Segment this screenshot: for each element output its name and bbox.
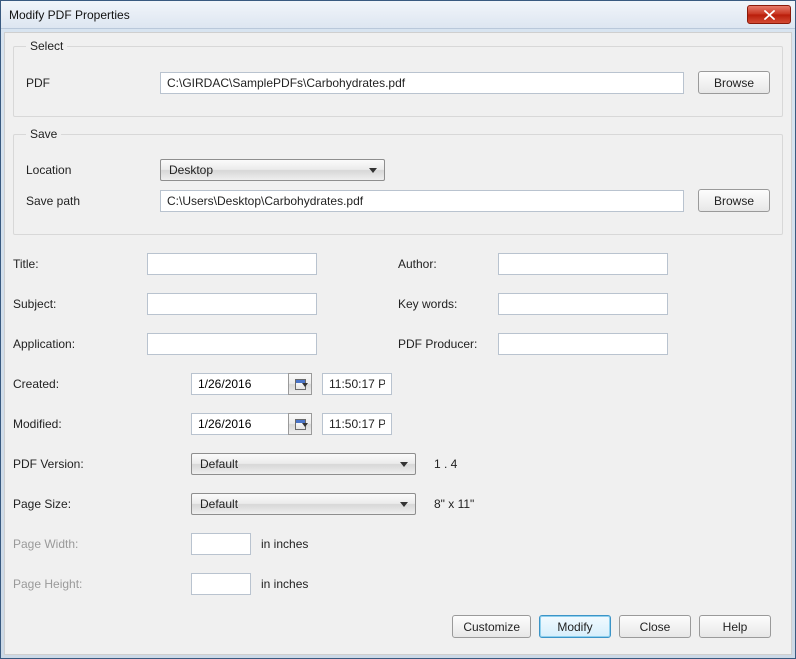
subject-label: Subject: xyxy=(13,297,147,311)
pagesize-dropdown[interactable]: Default xyxy=(191,493,416,515)
author-label: Author: xyxy=(398,257,498,271)
application-input[interactable] xyxy=(147,333,317,355)
modified-time-input[interactable] xyxy=(322,413,392,435)
modify-button[interactable]: Modify xyxy=(539,615,611,638)
pdf-label: PDF xyxy=(26,76,160,90)
titlebar: Modify PDF Properties xyxy=(1,1,795,29)
producer-label: PDF Producer: xyxy=(398,337,498,351)
modified-date-field[interactable]: 1/26/2016 xyxy=(191,413,289,435)
savepath-label: Save path xyxy=(26,194,160,208)
location-value: Desktop xyxy=(169,163,213,177)
title-label: Title: xyxy=(13,257,147,271)
pagewidth-unit: in inches xyxy=(261,537,308,551)
created-time-input[interactable] xyxy=(322,373,392,395)
window-title: Modify PDF Properties xyxy=(9,8,747,22)
keywords-label: Key words: xyxy=(398,297,498,311)
modified-label: Modified: xyxy=(13,417,191,431)
pagewidth-input[interactable] xyxy=(191,533,251,555)
browse-savepath-button[interactable]: Browse xyxy=(698,189,770,212)
producer-input[interactable] xyxy=(498,333,668,355)
pageheight-input[interactable] xyxy=(191,573,251,595)
modified-date-picker-icon[interactable] xyxy=(288,413,312,435)
pagesize-value: Default xyxy=(200,497,238,511)
select-group: Select PDF Browse xyxy=(13,39,783,117)
select-legend: Select xyxy=(26,39,67,53)
pdfversion-value: Default xyxy=(200,457,238,471)
pageheight-unit: in inches xyxy=(261,577,308,591)
close-button[interactable]: Close xyxy=(619,615,691,638)
created-date-field[interactable]: 1/26/2016 xyxy=(191,373,289,395)
pagewidth-label: Page Width: xyxy=(13,537,191,551)
pagesize-label: Page Size: xyxy=(13,497,191,511)
save-legend: Save xyxy=(26,127,61,141)
customize-button[interactable]: Customize xyxy=(452,615,531,638)
dialog-window: Modify PDF Properties Select PDF Browse … xyxy=(0,0,796,659)
title-input[interactable] xyxy=(147,253,317,275)
keywords-input[interactable] xyxy=(498,293,668,315)
pagesize-display: 8" x 11" xyxy=(434,497,474,511)
pageheight-label: Page Height: xyxy=(13,577,191,591)
created-date-picker-icon[interactable] xyxy=(288,373,312,395)
location-label: Location xyxy=(26,163,160,177)
help-button[interactable]: Help xyxy=(699,615,771,638)
pdf-path-input[interactable] xyxy=(160,72,684,94)
dialog-content: Select PDF Browse Save Location Desktop … xyxy=(4,32,792,655)
pdfversion-display: 1 . 4 xyxy=(434,457,457,471)
pdfversion-label: PDF Version: xyxy=(13,457,191,471)
browse-pdf-button[interactable]: Browse xyxy=(698,71,770,94)
subject-input[interactable] xyxy=(147,293,317,315)
application-label: Application: xyxy=(13,337,147,351)
author-input[interactable] xyxy=(498,253,668,275)
close-icon[interactable] xyxy=(747,5,791,24)
pdfversion-dropdown[interactable]: Default xyxy=(191,453,416,475)
location-dropdown[interactable]: Desktop xyxy=(160,159,385,181)
created-label: Created: xyxy=(13,377,191,391)
save-group: Save Location Desktop Save path Browse xyxy=(13,127,783,235)
savepath-input[interactable] xyxy=(160,190,684,212)
metadata-block: Title: Author: Subject: Key words: xyxy=(13,253,783,595)
footer-buttons: Customize Modify Close Help xyxy=(452,615,771,638)
